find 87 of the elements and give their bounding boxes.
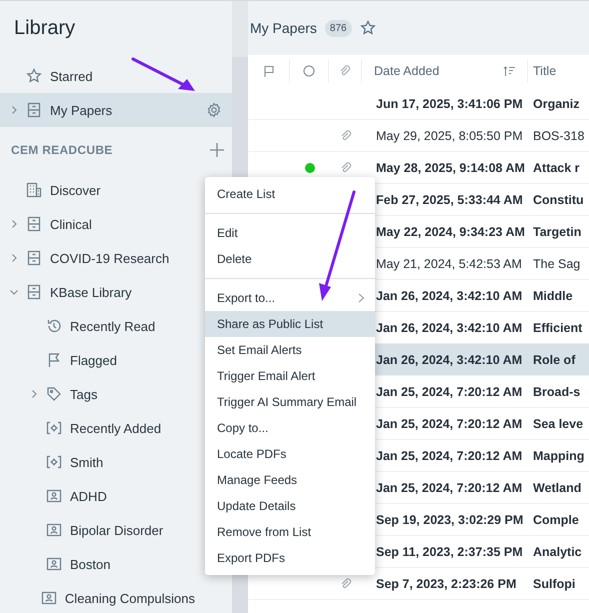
date-cell-text: Jan 25, 2024, 7:20:12 AM: [375, 448, 524, 462]
title-cell-text: Role of: [532, 352, 576, 366]
title-cell-text: Middle: [532, 288, 574, 302]
person-folder-icon: [40, 590, 57, 606]
sidebar-item[interactable]: Clinical: [0, 207, 205, 241]
chevron-icon[interactable]: [10, 106, 18, 114]
tag-icon: [46, 386, 62, 402]
title-cell-text: Attack r: [532, 160, 581, 174]
person-folder-icon: [46, 488, 62, 504]
paperclip-icon[interactable]: [340, 162, 352, 174]
list-title: My Papers: [250, 20, 317, 36]
person-folder-icon: [46, 522, 62, 538]
history-icon: [46, 318, 62, 334]
sidebar-item[interactable]: Boston: [0, 547, 205, 581]
sidebar-item[interactable]: Starred: [0, 59, 232, 93]
title-cell-text: Comple: [532, 512, 580, 526]
sidebar-item[interactable]: My Papers: [0, 93, 232, 127]
gear-folder-icon: [46, 454, 62, 470]
sidebar-item[interactable]: Recently Read: [0, 309, 205, 343]
add-icon[interactable]: [210, 143, 224, 157]
date-cell-text: Jan 25, 2024, 7:20:12 AM: [375, 416, 524, 430]
date-cell-text: Jan 25, 2024, 7:20:12 AM: [375, 480, 524, 494]
cabinet-icon: [26, 284, 42, 300]
title-cell-text: Wetland: [532, 480, 582, 494]
building-icon: [26, 182, 42, 198]
star-icon: [26, 68, 42, 84]
date-cell-text: May 22, 2024, 9:34:23 AM: [375, 224, 526, 238]
sidebar-item[interactable]: Bipolar Disorder: [0, 513, 205, 547]
date-cell-text: May 29, 2025, 8:05:50 PM: [375, 128, 524, 142]
column-header[interactable]: Date Added: [374, 64, 440, 78]
title-cell-text: Analytic: [532, 544, 583, 558]
title-cell-text: The Sag: [532, 256, 582, 270]
cabinet-icon: [26, 250, 42, 266]
title-cell-text: Mapping: [532, 448, 586, 462]
gear-folder-icon: [46, 420, 62, 436]
table-row[interactable]: Jun 17, 2025, 3:41:06 PM Organiz: [248, 88, 589, 120]
paperclip-icon[interactable]: [340, 130, 352, 142]
date-cell-text: May 21, 2024, 5:42:53 AM: [375, 256, 523, 270]
date-cell-text: Feb 27, 2025, 5:33:44 AM: [375, 192, 524, 206]
paperclip-icon[interactable]: [340, 578, 352, 590]
settings-icon[interactable]: [206, 102, 222, 118]
chevron-icon[interactable]: [30, 390, 38, 398]
circle-icon[interactable]: [303, 65, 315, 77]
chevron-icon[interactable]: [10, 288, 18, 296]
title-cell-text: Organiz: [532, 96, 581, 110]
date-cell-text: Jan 26, 2024, 3:42:10 AM: [375, 288, 524, 302]
sidebar-item[interactable]: Cleaning Compulsions: [0, 581, 205, 613]
cabinet-icon: [26, 216, 42, 232]
star-icon[interactable]: [360, 20, 376, 36]
title-cell-text: Efficient: [532, 320, 584, 334]
title-cell-text: Sea leve: [532, 416, 584, 430]
sidebar-item[interactable]: Smith: [0, 445, 205, 479]
flag-icon: [46, 352, 62, 368]
cabinet-icon: [26, 102, 42, 118]
date-cell-text: Jan 26, 2024, 3:42:10 AM: [375, 352, 524, 366]
menu-item[interactable]: Share as Public List: [205, 311, 375, 337]
table-row[interactable]: May 29, 2025, 8:05:50 PM BOS-318: [248, 120, 589, 152]
count-badge: 876: [324, 20, 352, 36]
date-cell-text: Jan 25, 2024, 7:20:12 AM: [375, 384, 524, 398]
section-heading: CEM READCUBE: [11, 143, 113, 157]
sidebar-item[interactable]: COVID-19 Research: [0, 241, 205, 275]
sidebar-item[interactable]: Recently Added: [0, 411, 205, 445]
title-cell-text: Sulfopi: [532, 576, 576, 590]
title-cell-text: Targetin: [532, 224, 582, 238]
date-cell-text: Jan 26, 2024, 3:42:10 AM: [375, 320, 524, 334]
date-cell-text: Sep 7, 2023, 2:23:26 PM: [375, 576, 518, 590]
sort-icon[interactable]: [503, 66, 515, 76]
sidebar-title: Library: [13, 17, 76, 41]
chevron-icon[interactable]: [10, 254, 18, 262]
date-cell-text: May 28, 2025, 9:14:08 AM: [375, 160, 526, 174]
title-cell-text: BOS-318: [532, 128, 586, 142]
date-cell-text: Sep 19, 2023, 3:02:29 PM: [375, 512, 524, 526]
title-cell-text: Broad-s: [532, 384, 582, 398]
sidebar-item[interactable]: Tags: [0, 377, 205, 411]
sidebar-item[interactable]: KBase Library: [0, 275, 205, 309]
title-cell-text: Constitu: [532, 192, 585, 206]
column-header[interactable]: Title: [528, 64, 589, 78]
person-folder-icon: [46, 556, 62, 572]
sidebar-item[interactable]: Discover: [0, 173, 205, 207]
arrow-annotation: [132, 58, 196, 93]
date-cell-text: Jun 17, 2025, 3:41:06 PM: [375, 96, 524, 110]
date-cell-text: Sep 11, 2023, 2:37:35 PM: [375, 544, 524, 558]
sidebar-item[interactable]: ADHD: [0, 479, 205, 513]
paperclip-icon[interactable]: [339, 65, 351, 77]
flag-icon[interactable]: [262, 65, 274, 77]
chevron-icon[interactable]: [10, 220, 18, 228]
sidebar-item[interactable]: Flagged: [0, 343, 205, 377]
